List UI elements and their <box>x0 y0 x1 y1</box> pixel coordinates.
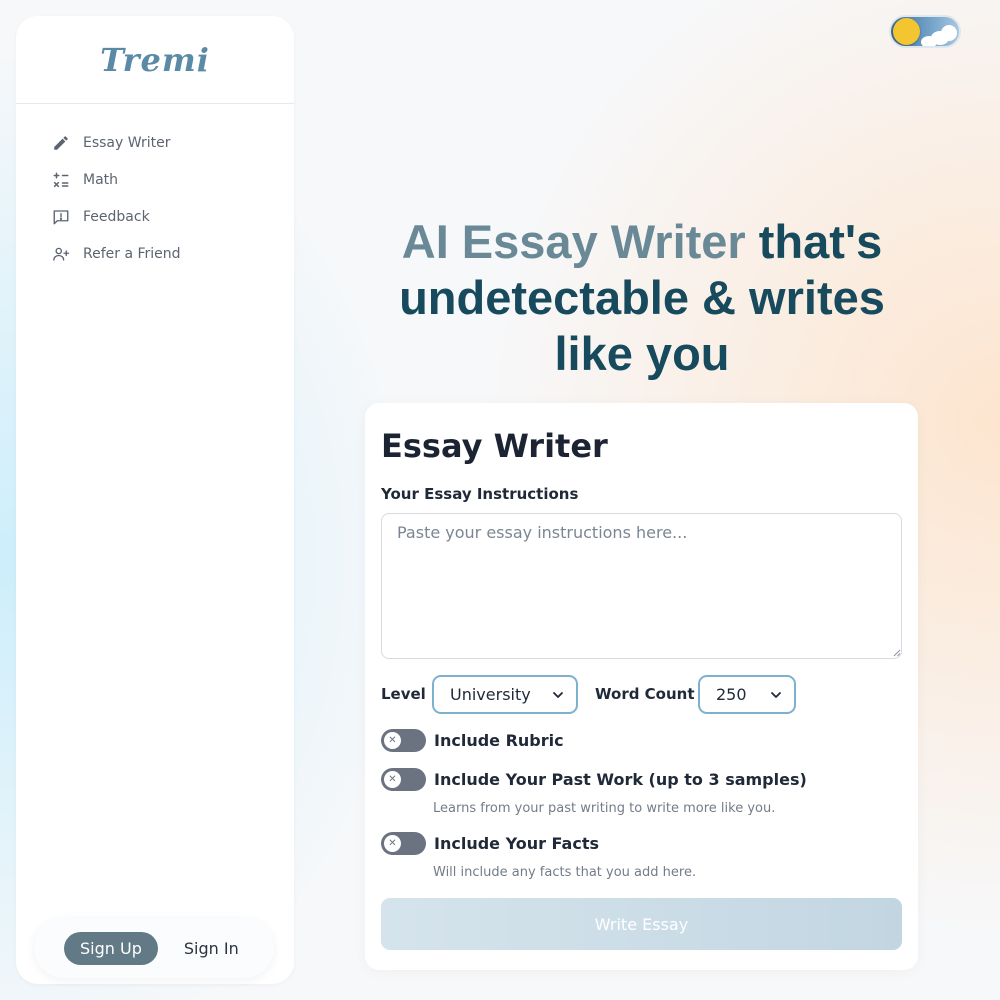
chevron-down-icon <box>553 692 563 698</box>
sun-icon <box>893 18 920 45</box>
sidebar-item-essay-writer[interactable]: Essay Writer <box>16 124 294 161</box>
include-past-work-description: Learns from your past writing to write m… <box>433 801 776 816</box>
close-icon: ✕ <box>384 771 401 788</box>
essay-writer-card: Essay Writer Your Essay Instructions Lev… <box>365 403 918 970</box>
sidebar-item-math[interactable]: Math <box>16 161 294 198</box>
include-past-work-toggle[interactable]: ✕ <box>381 768 426 791</box>
include-facts-row: ✕ Include Your Facts <box>381 832 599 855</box>
instructions-textarea[interactable] <box>381 513 902 659</box>
sidebar-item-label: Math <box>83 171 119 188</box>
sidebar-item-label: Feedback <box>83 208 150 225</box>
hero-heading-accent: AI Essay Writer <box>401 215 746 268</box>
auth-buttons: Sign Up Sign In <box>34 918 274 978</box>
include-rubric-label: Include Rubric <box>434 731 564 750</box>
math-operators-icon <box>53 172 69 187</box>
include-past-work-row: ✕ Include Your Past Work (up to 3 sample… <box>381 768 807 791</box>
sidebar-item-label: Essay Writer <box>83 134 171 151</box>
card-title: Essay Writer <box>381 427 608 465</box>
pencil-icon <box>54 135 68 150</box>
sidebar-item-feedback[interactable]: Feedback <box>16 198 294 235</box>
level-select[interactable]: University <box>432 675 578 714</box>
write-essay-button[interactable]: Write Essay <box>381 898 902 950</box>
include-rubric-toggle[interactable]: ✕ <box>381 729 426 752</box>
logo[interactable]: Tremi <box>100 41 210 79</box>
word-count-select-value: 250 <box>716 685 747 704</box>
sign-in-button[interactable]: Sign In <box>184 939 239 958</box>
word-count-label: Word Count <box>595 685 695 703</box>
level-label: Level <box>381 685 426 703</box>
word-count-select[interactable]: 250 <box>698 675 796 714</box>
hero-heading: AI Essay Writer that's undetectable & wr… <box>366 214 918 382</box>
include-facts-toggle[interactable]: ✕ <box>381 832 426 855</box>
sidebar: Tremi Essay Writer Math Feedback Refer a… <box>16 16 294 984</box>
include-facts-label: Include Your Facts <box>434 834 599 853</box>
chevron-down-icon <box>771 692 781 698</box>
logo-container: Tremi <box>16 16 294 104</box>
instructions-label: Your Essay Instructions <box>381 485 579 503</box>
sidebar-nav: Essay Writer Math Feedback Refer a Frien… <box>16 104 294 272</box>
resize-grip-icon[interactable] <box>893 649 901 657</box>
add-user-icon <box>53 247 70 261</box>
close-icon: ✕ <box>384 732 401 749</box>
level-select-value: University <box>450 685 531 704</box>
include-rubric-row: ✕ Include Rubric <box>381 729 564 752</box>
sign-up-button[interactable]: Sign Up <box>64 931 158 965</box>
sidebar-item-refer-a-friend[interactable]: Refer a Friend <box>16 235 294 272</box>
close-icon: ✕ <box>384 835 401 852</box>
sidebar-item-label: Refer a Friend <box>83 245 181 262</box>
feedback-icon <box>53 209 69 224</box>
theme-toggle[interactable] <box>889 15 961 48</box>
include-past-work-label: Include Your Past Work (up to 3 samples) <box>434 770 807 789</box>
include-facts-description: Will include any facts that you add here… <box>433 865 697 880</box>
